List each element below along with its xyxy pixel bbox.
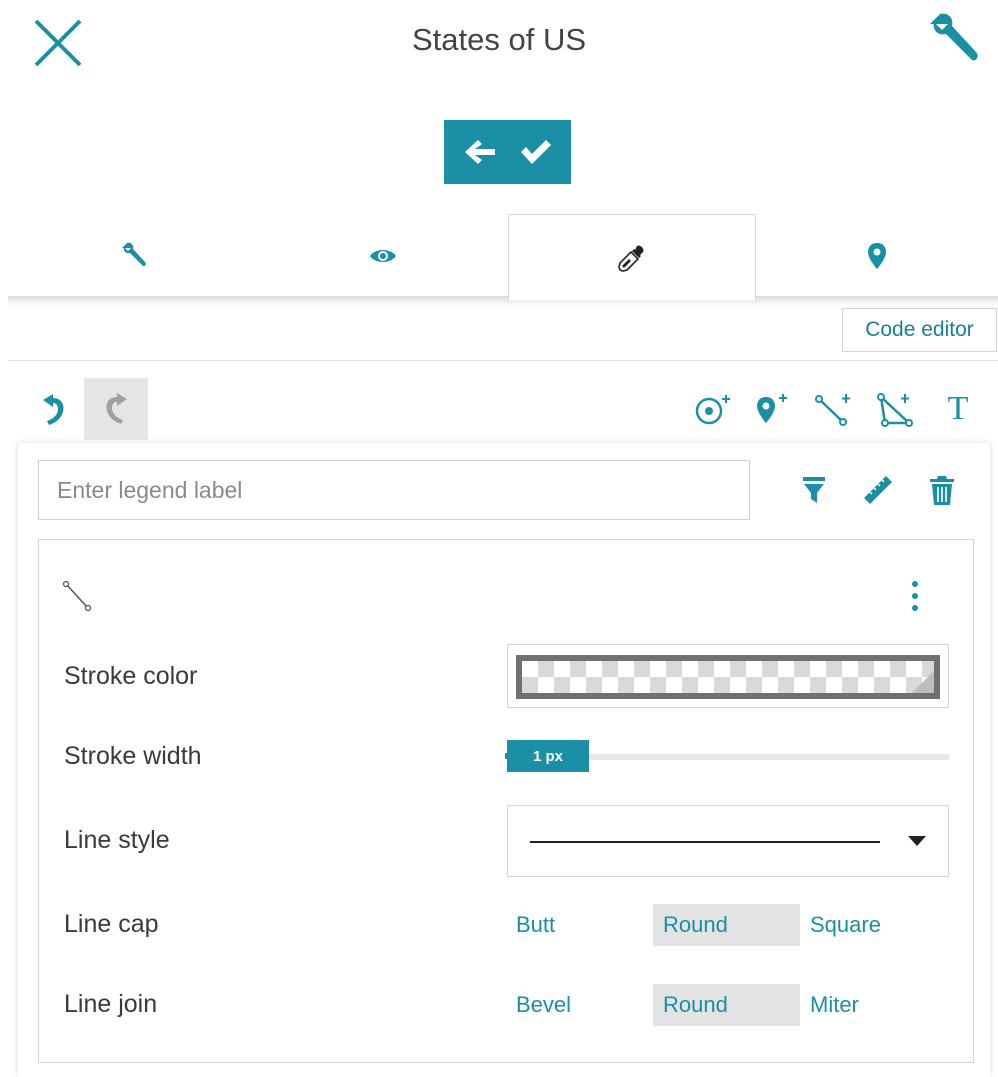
page-title: States of US — [411, 22, 587, 57]
text-icon: T — [947, 390, 969, 427]
line-join-miter[interactable]: Miter — [804, 984, 924, 1026]
redo-button[interactable] — [84, 378, 148, 440]
code-editor-button[interactable]: Code editor — [842, 308, 997, 352]
stroke-color-picker[interactable] — [507, 644, 949, 708]
map-marker-icon — [868, 243, 886, 269]
trash-icon — [930, 476, 954, 505]
check-icon — [520, 140, 551, 164]
line-style-dropdown[interactable] — [507, 805, 949, 877]
line-style-label: Line style — [64, 826, 170, 854]
legend-label-input[interactable] — [38, 460, 750, 520]
undo-icon — [43, 394, 64, 425]
eyedropper-icon — [618, 245, 644, 272]
swatch-corner-indicator — [912, 671, 934, 693]
line-cap-label: Line cap — [64, 910, 159, 938]
add-line-icon — [815, 394, 850, 426]
tab-location[interactable] — [756, 214, 998, 298]
confirm-button[interactable] — [516, 132, 556, 172]
delete-button[interactable] — [920, 468, 964, 512]
wrench-icon — [930, 13, 978, 61]
more-vertical-icon — [912, 581, 918, 611]
add-text-tool[interactable]: T — [934, 386, 982, 432]
tab-style[interactable] — [508, 214, 756, 300]
tab-view[interactable] — [258, 214, 508, 298]
tab-bar-shadow — [8, 296, 998, 306]
redo-icon — [106, 393, 127, 424]
add-polygon-icon — [877, 393, 913, 427]
measure-button[interactable] — [856, 468, 900, 512]
add-line-tool[interactable] — [810, 386, 858, 432]
line-join-label: Line join — [64, 990, 158, 1018]
arrow-left-icon — [464, 140, 495, 164]
divider — [8, 360, 998, 361]
add-circle-tool[interactable] — [690, 386, 738, 432]
stroke-color-label: Stroke color — [64, 662, 198, 690]
stroke-width-label: Stroke width — [64, 742, 202, 770]
line-cap-round[interactable]: Round — [653, 904, 800, 946]
line-join-round[interactable]: Round — [653, 984, 800, 1026]
undo-button[interactable] — [30, 384, 78, 436]
eye-icon — [370, 250, 396, 262]
filter-button[interactable] — [792, 468, 836, 512]
line-cap-square[interactable]: Square — [804, 904, 924, 946]
filter-icon — [803, 477, 825, 503]
ruler-icon — [864, 476, 892, 504]
stroke-color-swatch — [516, 655, 940, 699]
tab-settings[interactable] — [8, 214, 258, 298]
back-button[interactable] — [460, 132, 500, 172]
more-options-button[interactable] — [900, 574, 930, 618]
action-bar — [444, 120, 571, 184]
line-cap-butt[interactable]: Butt — [510, 904, 630, 946]
add-marker-tool[interactable] — [750, 386, 794, 432]
wrench-icon — [122, 242, 146, 267]
settings-button[interactable] — [922, 10, 984, 68]
add-marker-icon — [757, 394, 787, 423]
add-polygon-tool[interactable] — [872, 386, 920, 432]
stroke-width-handle[interactable]: 1 px — [505, 740, 589, 772]
line-type-icon — [60, 578, 96, 614]
line-join-bevel[interactable]: Bevel — [510, 984, 630, 1026]
add-circle-icon — [695, 395, 730, 425]
line-style-preview — [530, 841, 880, 843]
caret-down-icon — [908, 836, 926, 846]
